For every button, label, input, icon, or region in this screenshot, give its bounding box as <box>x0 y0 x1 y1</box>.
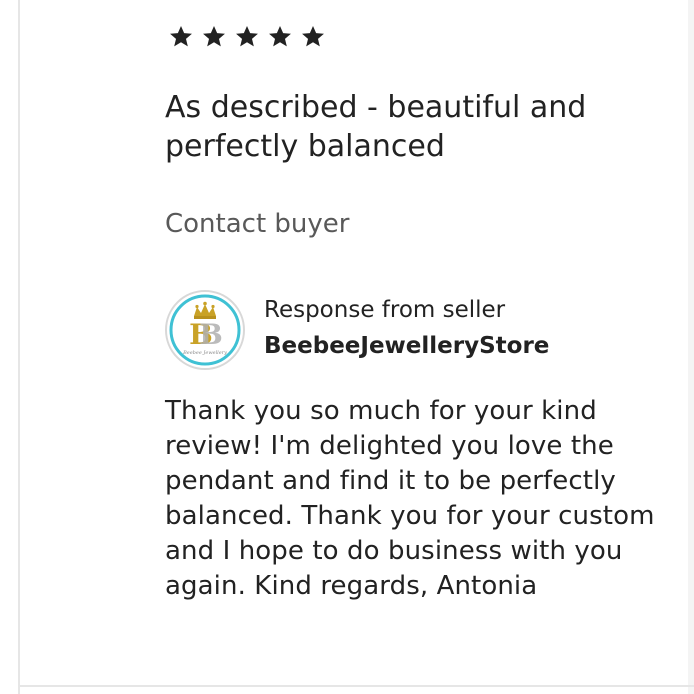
star-rating <box>168 24 326 50</box>
svg-text:B: B <box>199 318 223 351</box>
seller-response-text: Thank you so much for your kind review! … <box>165 396 655 601</box>
star-icon <box>300 24 326 50</box>
shop-name-link[interactable]: BeebeeJewelleryStore <box>264 330 549 362</box>
crown-logo-icon: B B Beebee Jewellery <box>169 294 241 366</box>
card-left-border <box>18 0 20 694</box>
review-title: As described - beautiful and perfectly b… <box>165 90 587 164</box>
star-icon <box>168 24 194 50</box>
shop-avatar[interactable]: B B Beebee Jewellery <box>165 290 245 370</box>
card-bottom-border <box>20 685 694 687</box>
contact-buyer-link[interactable]: Contact buyer <box>165 206 349 242</box>
review-card: As described - beautiful and perfectly b… <box>0 0 694 694</box>
response-from-seller-label: Response from seller <box>264 297 506 323</box>
star-icon <box>201 24 227 50</box>
seller-response-header: B B Beebee Jewellery Response from selle… <box>165 290 665 370</box>
star-icon <box>234 24 260 50</box>
svg-text:Beebee Jewellery: Beebee Jewellery <box>182 350 227 356</box>
star-icon <box>267 24 293 50</box>
scrollbar-track[interactable] <box>688 0 694 694</box>
